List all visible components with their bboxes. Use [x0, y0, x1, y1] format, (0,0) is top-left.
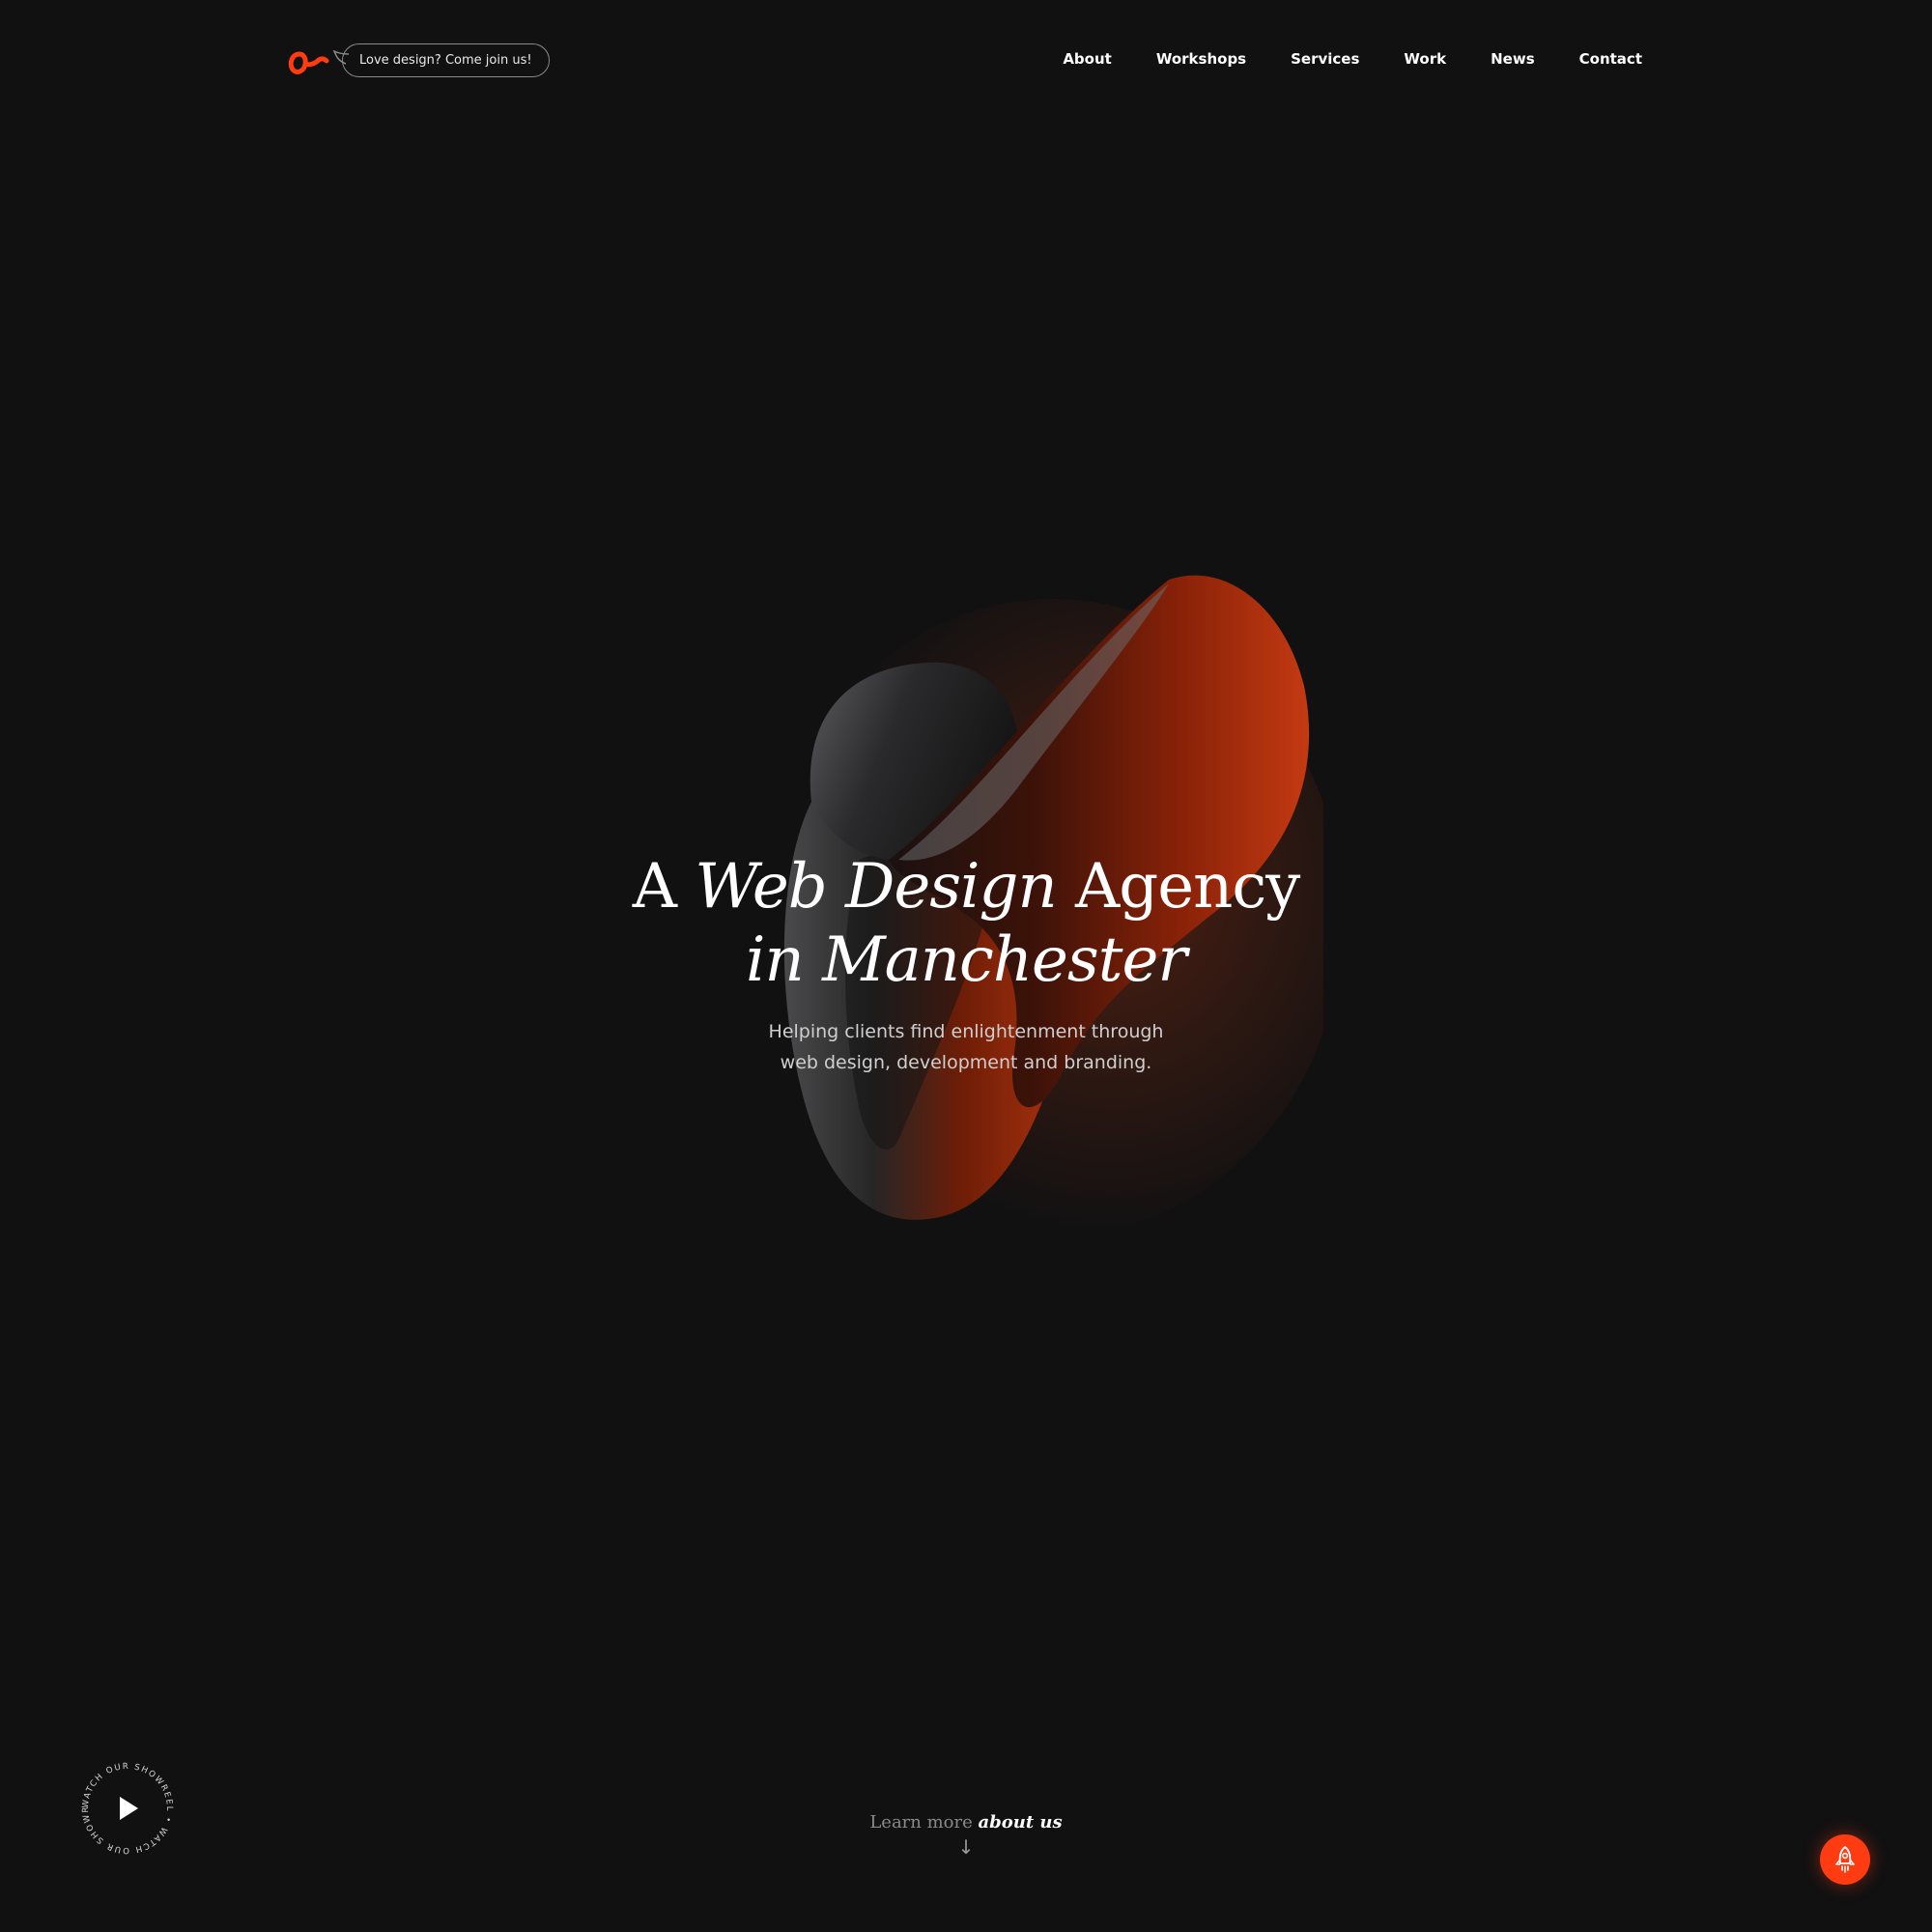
learn-more-prefix: Learn more: [869, 1812, 973, 1833]
nav-contact[interactable]: Contact: [1579, 50, 1642, 68]
learn-more-emphasis: about us: [978, 1812, 1063, 1833]
arrow-down-icon: ↓: [957, 1835, 975, 1859]
headline-agency: Agency: [1075, 851, 1300, 923]
sub-line-2: web design, development and branding.: [780, 1052, 1152, 1073]
rocket-icon: [1835, 1846, 1855, 1873]
nav-workshops[interactable]: Workshops: [1156, 50, 1246, 68]
join-us-pill[interactable]: Love design? Come join us!: [342, 43, 550, 77]
headline-web-design: Web Design: [695, 851, 1057, 923]
learn-more-link[interactable]: Learn more about us: [0, 1812, 1932, 1833]
headline-line-2: in Manchester: [746, 924, 1187, 996]
nav-work[interactable]: Work: [1404, 50, 1446, 68]
join-us-text: Love design? Come join us!: [359, 53, 532, 68]
rocket-fab-button[interactable]: [1820, 1834, 1870, 1885]
nav-news[interactable]: News: [1491, 50, 1535, 68]
nav-services[interactable]: Services: [1291, 50, 1359, 68]
main-nav: About Workshops Services Work News Conta…: [1018, 50, 1642, 68]
headline-line-1: A Web Design Agency: [0, 850, 1932, 923]
nav-about[interactable]: About: [1063, 50, 1112, 68]
hero-headline: A Web Design Agency in Manchester: [0, 850, 1932, 997]
agency-logo-mark-icon[interactable]: [286, 43, 330, 79]
page: Love design? Come join us! About Worksho…: [0, 0, 1932, 1932]
hero-subheading: Helping clients find enlightenment throu…: [0, 1016, 1932, 1078]
sub-line-1: Helping clients find enlightenment throu…: [768, 1021, 1164, 1042]
headline-a: A: [632, 851, 677, 923]
